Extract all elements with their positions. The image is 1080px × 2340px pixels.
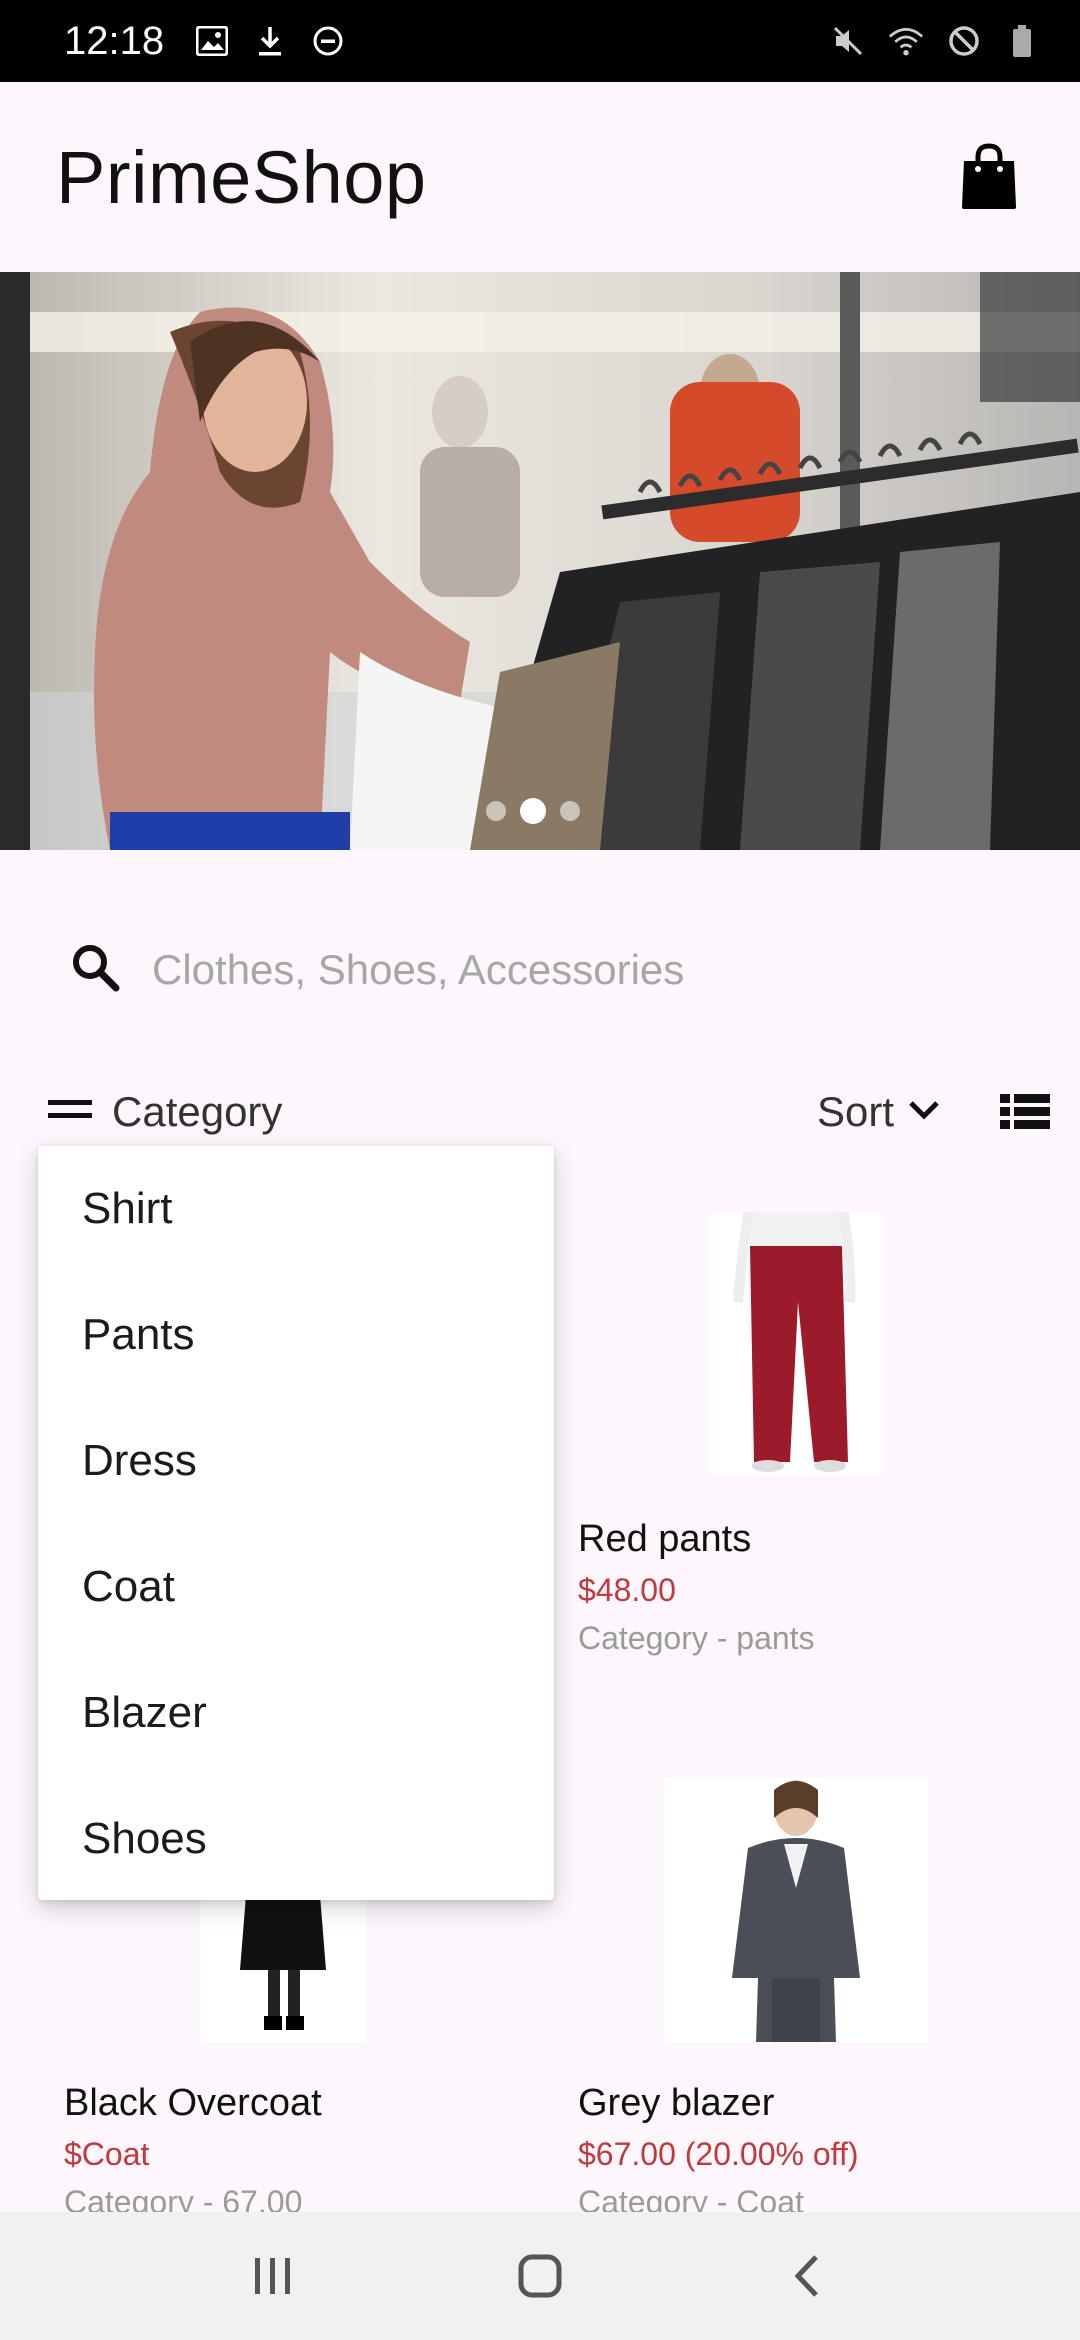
- dnd-icon: [310, 23, 346, 59]
- status-right: [830, 23, 1040, 59]
- category-button[interactable]: Category: [48, 1088, 282, 1136]
- carousel-dot-3[interactable]: [560, 801, 580, 821]
- shopping-bag-icon[interactable]: [954, 137, 1024, 217]
- chevron-down-icon: [908, 1099, 940, 1126]
- product-card[interactable]: Grey blazer $67.00 (20.00% off) Category…: [560, 1770, 1030, 2220]
- app-bar: PrimeShop: [0, 82, 1080, 272]
- carousel-dots[interactable]: [486, 798, 580, 824]
- image-icon: [194, 23, 230, 59]
- dropdown-item-dress[interactable]: Dress: [38, 1398, 554, 1524]
- product-price: $Coat: [64, 2136, 150, 2172]
- dropdown-item-pants[interactable]: Pants: [38, 1272, 554, 1398]
- app-title: PrimeShop: [56, 135, 427, 219]
- product-card[interactable]: Red pants $48.00 Category - pants: [560, 1200, 1030, 1680]
- product-price: $48.00: [578, 1572, 676, 1608]
- download-icon: [252, 23, 288, 59]
- product-name: Red pants: [578, 1518, 752, 1560]
- dropdown-item-shoes[interactable]: Shoes: [38, 1776, 554, 1902]
- dropdown-item-blazer[interactable]: Blazer: [38, 1650, 554, 1776]
- recents-icon[interactable]: [233, 2236, 313, 2316]
- filter-row: Category Sort: [0, 1070, 1080, 1154]
- dropdown-item-shirt[interactable]: Shirt: [38, 1146, 554, 1272]
- sort-button[interactable]: Sort: [817, 1088, 940, 1136]
- wifi-icon: [888, 23, 924, 59]
- mute-icon: [830, 23, 866, 59]
- hero-image: [0, 272, 1080, 850]
- blocked-icon: [946, 23, 982, 59]
- search-bar[interactable]: [70, 920, 1010, 1020]
- sort-label: Sort: [816, 1088, 894, 1135]
- category-dropdown: Shirt Pants Dress Coat Blazer Shoes: [38, 1146, 554, 1900]
- battery-icon: [1004, 23, 1040, 59]
- product-image[interactable]: [664, 1778, 928, 2042]
- dropdown-item-coat[interactable]: Coat: [38, 1524, 554, 1650]
- menu-lines-icon: [48, 1098, 92, 1127]
- status-time: 12:18: [64, 18, 165, 63]
- product-price: $67.00 (20.00% off): [578, 2136, 859, 2172]
- product-category: Category - pants: [578, 1620, 815, 1656]
- product-name: Grey blazer: [578, 2082, 775, 2124]
- category-label: Category: [112, 1088, 283, 1135]
- product-name: Black Overcoat: [64, 2082, 322, 2124]
- status-bar: 12:18: [0, 0, 1080, 82]
- search-icon[interactable]: [70, 942, 122, 999]
- screen: 12:18 PrimeShop Clothes, Shoes, Accessor…: [0, 0, 1080, 2340]
- hero-banner[interactable]: [0, 272, 1080, 850]
- status-left: 12:18: [64, 19, 346, 64]
- search-input[interactable]: [152, 946, 972, 994]
- back-icon[interactable]: [767, 2236, 847, 2316]
- home-icon[interactable]: [500, 2236, 580, 2316]
- product-image[interactable]: [710, 1211, 882, 1476]
- system-nav-bar: [0, 2212, 1080, 2340]
- list-view-icon[interactable]: [1000, 1092, 1050, 1132]
- carousel-dot-1[interactable]: [486, 801, 506, 821]
- carousel-dot-2[interactable]: [520, 798, 546, 824]
